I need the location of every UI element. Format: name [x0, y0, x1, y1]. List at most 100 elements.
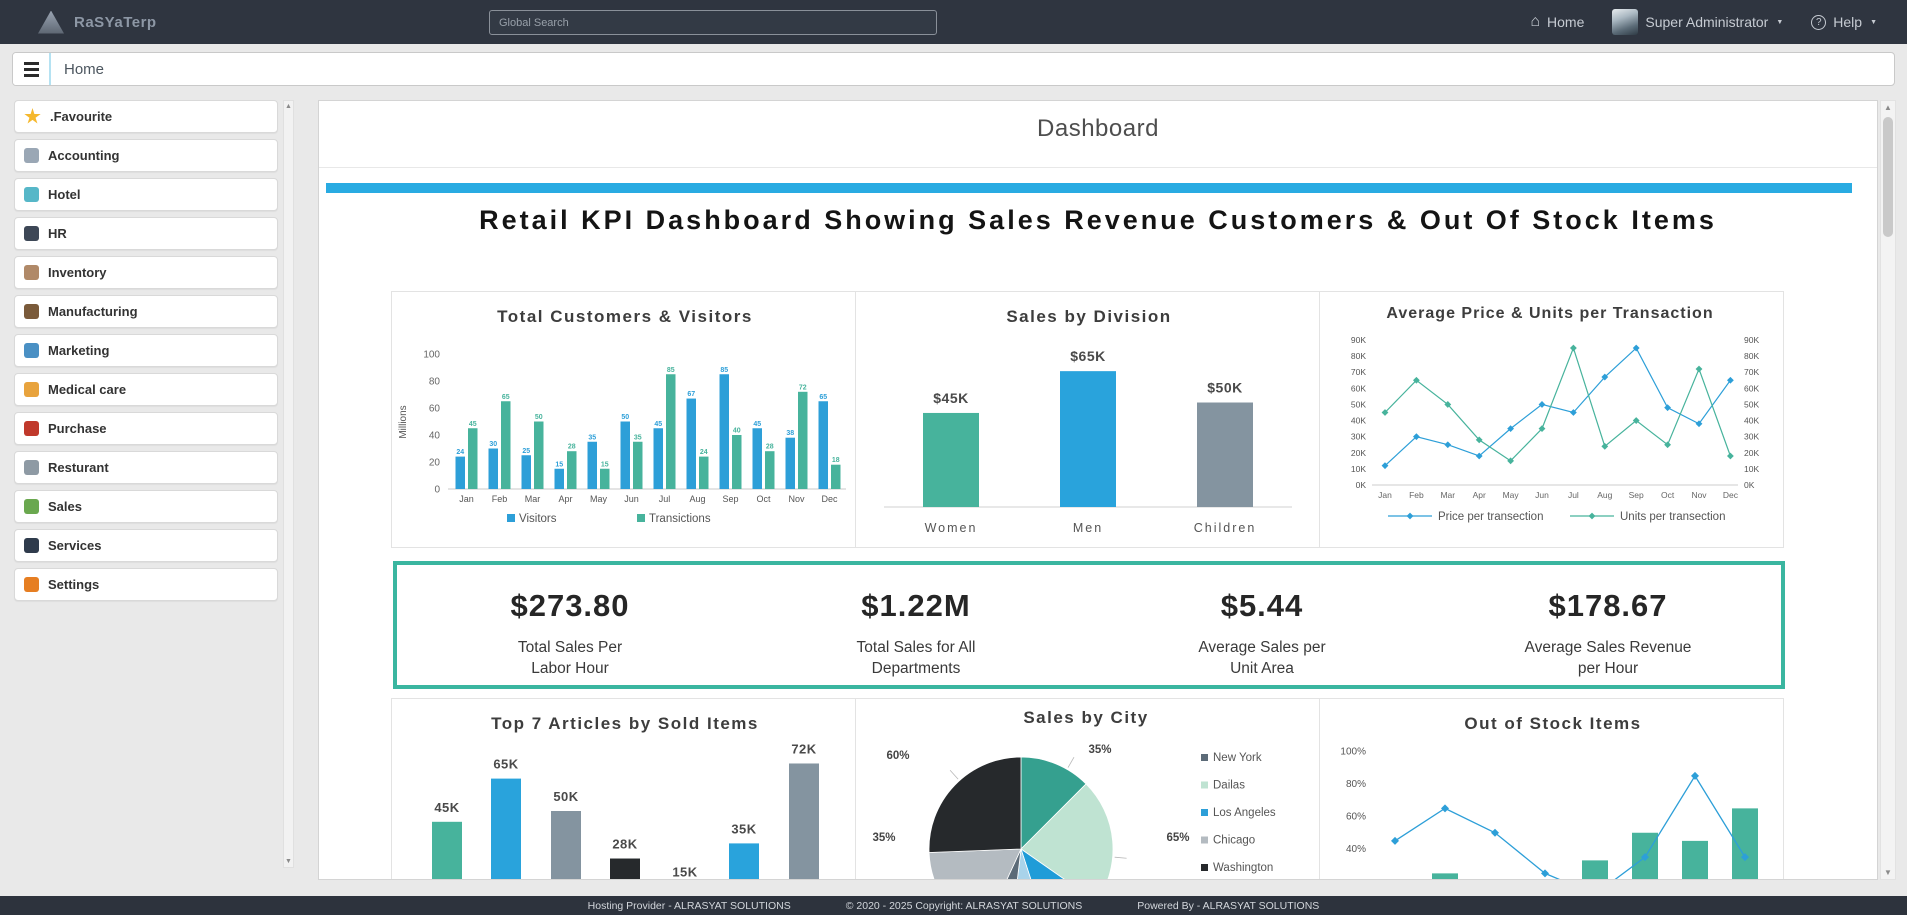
scroll-up-icon[interactable]: ▲: [285, 103, 292, 110]
kpi-value: $178.67: [1435, 588, 1781, 624]
navbar-right: ⌂ Home Super Administrator ▼ ? Help ▼: [1530, 0, 1877, 44]
page-title: Dashboard: [319, 115, 1877, 143]
kpi-summary-row: $273.80Total Sales PerLabor Hour$1.22MTo…: [393, 561, 1785, 689]
svg-text:60%: 60%: [886, 750, 909, 762]
svg-text:25: 25: [522, 448, 530, 455]
svg-text:70K: 70K: [1351, 367, 1366, 377]
scroll-down-icon[interactable]: ▼: [1881, 868, 1895, 877]
sidebar-toggle-button[interactable]: [13, 53, 49, 85]
svg-text:90K: 90K: [1744, 335, 1759, 345]
kpi-value: $1.22M: [743, 588, 1089, 624]
svg-text:10K: 10K: [1744, 464, 1759, 474]
svg-text:30K: 30K: [1744, 432, 1759, 442]
svg-text:65%: 65%: [1166, 832, 1189, 844]
chart-top7-articles-canvas: Top 7 Articles by Sold Items45K65K50K28K…: [392, 699, 853, 880]
sidebar-item-manufacturing[interactable]: Manufacturing: [14, 295, 278, 328]
svg-text:65: 65: [819, 394, 827, 401]
svg-text:Apr: Apr: [558, 494, 572, 504]
svg-text:40K: 40K: [1351, 416, 1366, 426]
svg-text:15: 15: [601, 461, 609, 468]
svg-text:Apr: Apr: [1473, 490, 1486, 500]
svg-text:50K: 50K: [553, 789, 578, 804]
svg-text:$65K: $65K: [1070, 348, 1105, 364]
svg-text:Dec: Dec: [821, 494, 838, 504]
manufacturing-icon: [24, 304, 39, 319]
svg-text:20K: 20K: [1351, 448, 1366, 458]
user-menu[interactable]: Super Administrator ▼: [1612, 9, 1783, 35]
chart-top7-articles: Top 7 Articles by Sold Items45K65K50K28K…: [391, 698, 856, 880]
sidebar-item-label: Settings: [48, 577, 99, 592]
services-icon: [24, 538, 39, 553]
svg-text:40: 40: [733, 428, 741, 435]
nav-home-link[interactable]: ⌂ Home: [1530, 14, 1584, 30]
main-scrollbar[interactable]: ▲ ▼: [1880, 100, 1896, 880]
sidebar-item-label: Resturant: [48, 460, 109, 475]
charts-row-top: Total Customers & VisitorsMillions020406…: [391, 291, 1787, 549]
svg-text:60%: 60%: [1346, 812, 1366, 823]
svg-text:Women: Women: [925, 521, 978, 535]
sidebar-item-accounting[interactable]: Accounting: [14, 139, 278, 172]
sidebar-item-settings[interactable]: Settings: [14, 568, 278, 601]
svg-text:65: 65: [502, 394, 510, 401]
main-content-panel: Dashboard Retail KPI Dashboard Showing S…: [318, 100, 1878, 880]
svg-text:Nov: Nov: [1691, 490, 1707, 500]
svg-text:10K: 10K: [1351, 464, 1366, 474]
kpi-label: Total Sales PerLabor Hour: [397, 637, 743, 680]
brand[interactable]: RaSYaTerp: [38, 0, 157, 44]
svg-text:Jan: Jan: [1378, 490, 1392, 500]
svg-text:28K: 28K: [612, 837, 637, 852]
scrollbar-thumb[interactable]: [1883, 117, 1893, 237]
kpi-card: $1.22M Total Sales for AllDepartments: [743, 565, 1089, 685]
chart-sales-by-division: Sales by Division$45KWomen$65KMen$50KChi…: [855, 291, 1320, 548]
sidebar-item-medical-care[interactable]: Medical care: [14, 373, 278, 406]
sidebar-item-label: HR: [48, 226, 67, 241]
sidebar-item-resturant[interactable]: Resturant: [14, 451, 278, 484]
svg-text:Nov: Nov: [788, 494, 805, 504]
kpi-label: Total Sales for AllDepartments: [743, 637, 1089, 680]
dashboard-accent-bar: [326, 183, 1852, 193]
sidebar-item-label: Hotel: [48, 187, 81, 202]
home-icon: ⌂: [1530, 14, 1540, 30]
sidebar-item-hr[interactable]: HR: [14, 217, 278, 250]
svg-text:20K: 20K: [1744, 448, 1759, 458]
chart-out-of-stock: Out of Stock Items40%60%80%100%: [1319, 698, 1784, 880]
chart-average-price-units-canvas: Average Price & Units per Transaction0K0…: [1320, 292, 1781, 547]
svg-text:Jul: Jul: [1568, 490, 1579, 500]
global-search-input[interactable]: [489, 10, 937, 35]
svg-text:50: 50: [621, 414, 629, 421]
svg-text:30: 30: [489, 441, 497, 448]
svg-text:Out of Stock Items: Out of Stock Items: [1464, 714, 1641, 733]
svg-text:Sales by Division: Sales by Division: [1006, 307, 1171, 326]
help-menu[interactable]: ? Help ▼: [1811, 14, 1877, 30]
svg-text:28: 28: [568, 444, 576, 451]
svg-text:Feb: Feb: [1409, 490, 1424, 500]
sidebar-item-favourite[interactable]: .Favourite: [14, 100, 278, 133]
sidebar-item-marketing[interactable]: Marketing: [14, 334, 278, 367]
dashboard-title: Retail KPI Dashboard Showing Sales Reven…: [319, 205, 1877, 236]
scroll-down-icon[interactable]: ▼: [285, 858, 292, 865]
nav-home-label: Home: [1547, 14, 1584, 30]
sidebar-item-hotel[interactable]: Hotel: [14, 178, 278, 211]
hotel-icon: [24, 187, 39, 202]
svg-text:85: 85: [720, 367, 728, 374]
svg-text:Millions: Millions: [398, 405, 409, 438]
sidebar-item-services[interactable]: Services: [14, 529, 278, 562]
svg-text:Jun: Jun: [624, 494, 639, 504]
sidebar-item-label: Manufacturing: [48, 304, 138, 319]
chart-sales-by-division-canvas: Sales by Division$45KWomen$65KMen$50KChi…: [856, 292, 1317, 547]
svg-text:Mar: Mar: [1440, 490, 1455, 500]
scroll-up-icon[interactable]: ▲: [1881, 103, 1895, 112]
svg-text:18: 18: [832, 457, 840, 464]
svg-text:$45K: $45K: [933, 390, 968, 406]
svg-text:35K: 35K: [731, 821, 756, 836]
svg-text:Oct: Oct: [1661, 490, 1675, 500]
chart-out-of-stock-canvas: Out of Stock Items40%60%80%100%: [1320, 699, 1781, 880]
accounting-icon: [24, 148, 39, 163]
user-avatar: [1612, 9, 1638, 35]
svg-text:$50K: $50K: [1207, 380, 1242, 396]
sidebar-item-sales[interactable]: Sales: [14, 490, 278, 523]
sidebar-item-inventory[interactable]: Inventory: [14, 256, 278, 289]
inventory-icon: [24, 265, 39, 280]
sidebar-scrollbar[interactable]: ▲ ▼: [283, 100, 294, 868]
sidebar-item-purchase[interactable]: Purchase: [14, 412, 278, 445]
